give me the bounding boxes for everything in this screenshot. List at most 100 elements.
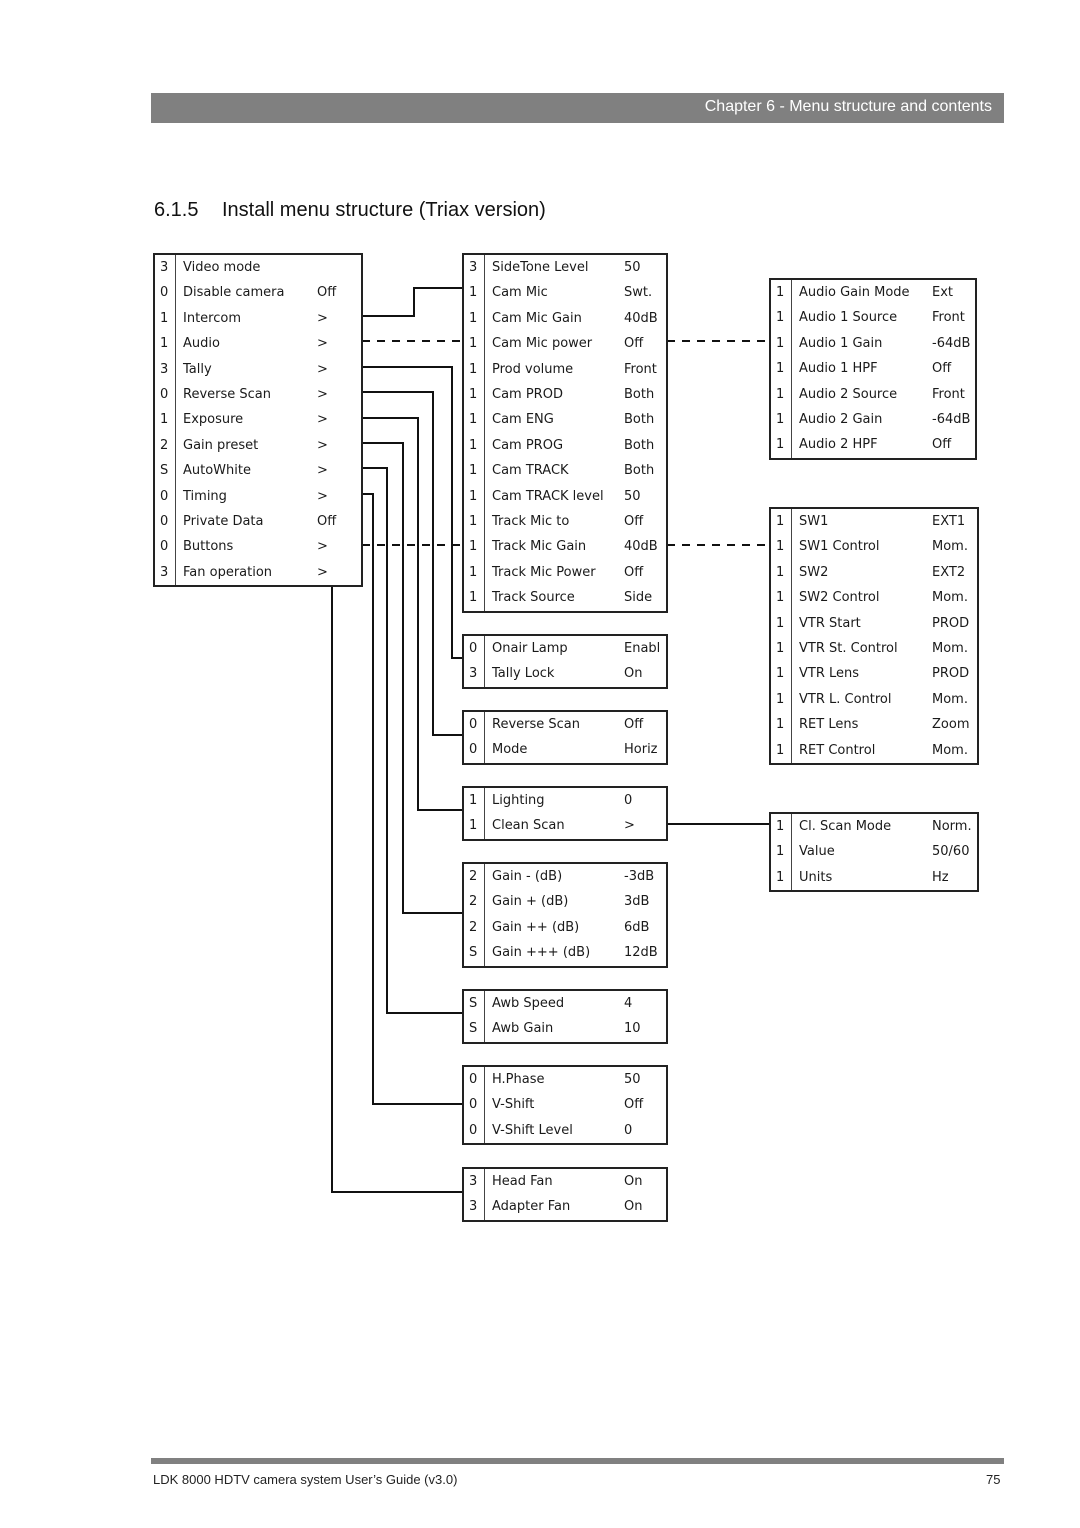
menu-row: 1 Lighting 0 [464,788,666,813]
menu-label: Fan operation [183,564,273,580]
menu-level: 1 [469,285,478,301]
menu-box-clean-scan: 1 Cl. Scan Mode Norm. 1 Value 50/60 1 Units Hz [769,812,979,893]
menu-level: 1 [469,463,478,479]
menu-label: Audio 2 Source [799,386,898,402]
menu-level: 1 [776,590,785,606]
menu-level: 1 [776,615,785,631]
menu-value: PROD [932,666,970,682]
menu-row: 0 H.Phase 50 [464,1067,666,1092]
menu-value: Front [624,361,657,377]
menu-row: 0 V-Shift Off [464,1092,666,1117]
menu-box-fan: 3 Head Fan On 3 Adapter Fan On [462,1167,668,1222]
menu-label: Audio 1 Gain [799,335,883,351]
menu-value: 4 [624,996,633,1011]
menu-level: 1 [469,336,478,352]
menu-label: Track Source [492,590,575,606]
menu-value: On [624,1174,643,1189]
menu-value: Off [932,437,952,453]
menu-row: 1 SW2 Control Mom. [771,585,977,610]
menu-label: Gain - (dB) [492,869,563,884]
menu-row: 0 Onair Lamp Enabl [464,636,666,661]
menu-value: On [624,1199,643,1215]
menu-value: 50 [624,488,641,504]
menu-value: Off [624,564,644,580]
menu-row: 1 Audio > [155,331,361,356]
connector-exposure [362,417,463,811]
menu-value: 12dB [624,945,658,961]
menu-label: VTR St. Control [799,641,898,656]
menu-row: 1 Audio 1 HPF Off [771,356,975,381]
menu-label: SW1 [799,514,829,529]
menu-label: Audio 2 Gain [799,412,883,427]
menu-label: VTR Lens [799,666,860,682]
menu-row: S Gain +++ (dB) 12dB [464,940,666,965]
menu-value: Off [624,514,644,529]
menu-value: 0 [624,1122,633,1138]
menu-level: 1 [776,742,785,758]
menu-row: 1 Track Mic to Off [464,509,666,534]
menu-label: Cam ENG [492,412,554,428]
menu-value: PROD [932,615,970,631]
menu-level: 0 [160,514,169,529]
menu-label: Private Data [183,514,264,529]
menu-box-timing: 0 H.Phase 50 0 V-Shift Off 0 V-Shift Level 0 [462,1065,668,1146]
menu-label: Reverse Scan [183,387,271,402]
menu-level: 1 [776,361,785,377]
menu-level: 1 [160,336,169,352]
menu-level: S [160,463,169,479]
menu-value: 50/60 [932,844,970,860]
menu-label: Gain + (dB) [492,894,569,910]
menu-level: 1 [160,310,169,326]
menu-value: Off [317,514,337,529]
menu-level: 2 [469,919,478,935]
menu-label: SW2 [799,564,829,580]
menu-label: Gain preset [183,437,259,453]
menu-row: 0 Timing > [155,484,361,509]
menu-level: 3 [469,1174,478,1189]
menu-level: 0 [469,742,478,758]
menu-label: Intercom [183,310,241,326]
menu-value: Side [624,590,653,606]
menu-label: Clean Scan [492,818,565,834]
footer-title: LDK 8000 HDTV camera system User’s Guide… [153,1472,458,1487]
menu-value: Swt. [624,285,653,301]
menu-row: 1 Cl. Scan Mode Norm. [771,814,977,839]
menu-label: Cam PROD [492,387,563,402]
menu-row: 1 RET Control Mom. [771,738,977,763]
menu-row: 1 Value 50/60 [771,839,977,864]
menu-level: 2 [469,894,478,910]
connector-gain-preset [362,442,463,914]
menu-value: Mom. [932,691,968,707]
menu-label: Timing [183,488,227,504]
menu-level: 1 [469,361,478,377]
menu-value: > [317,387,328,402]
menu-level: 0 [469,1072,478,1087]
menu-label: Cam TRACK level [492,488,604,504]
menu-label: Track Mic Power [492,564,596,580]
connector-intercom [362,287,463,317]
menu-label: Lighting [492,793,545,808]
menu-level: 3 [160,361,169,377]
menu-label: Onair Lamp [492,641,568,656]
menu-box-tally: 0 Onair Lamp Enabl 3 Tally Lock On [462,634,668,689]
menu-level: 1 [160,412,169,428]
menu-level: 1 [469,387,478,402]
menu-label: Tally [183,361,212,377]
menu-level: S [469,945,478,961]
menu-label: Gain ++ (dB) [492,919,580,935]
menu-value: > [317,310,328,326]
menu-label: Audio 1 HPF [799,361,878,377]
menu-row: 1 Clean Scan > [464,813,666,838]
menu-level: 1 [469,793,478,808]
menu-row: 3 Adapter Fan On [464,1194,666,1219]
menu-label: V-Shift Level [492,1122,573,1138]
menu-row: 0 Disable camera Off [155,280,361,305]
menu-value: 40dB [624,310,658,326]
connector-autowhite [362,467,463,1014]
menu-row: 1 Exposure > [155,407,361,432]
menu-label: Prod volume [492,361,574,377]
menu-label: Video mode [183,260,261,275]
menu-value: Front [932,310,965,326]
menu-label: Adapter Fan [492,1199,571,1215]
menu-label: Audio 1 Source [799,310,898,326]
